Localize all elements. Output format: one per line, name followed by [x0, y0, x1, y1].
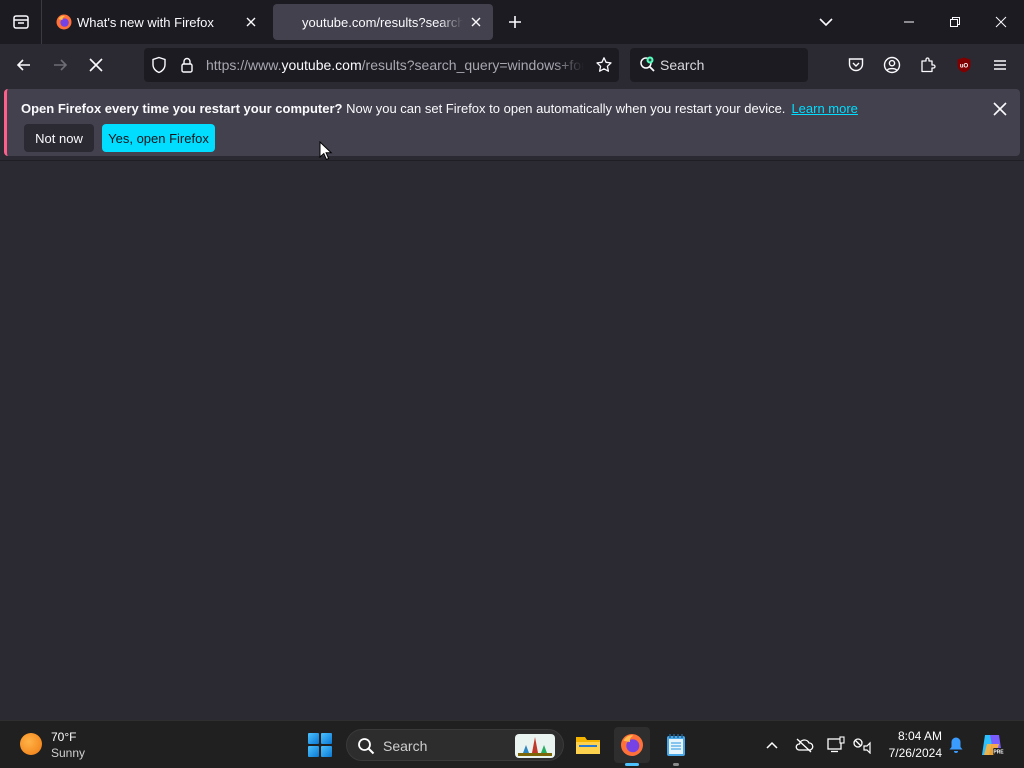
- url-prefix: https://www.: [206, 57, 282, 73]
- pocket-button[interactable]: [840, 49, 872, 81]
- close-tab-button[interactable]: [467, 13, 485, 31]
- restore-button[interactable]: [932, 0, 978, 44]
- stop-loading-button[interactable]: [80, 49, 112, 81]
- running-app-indicator: [673, 763, 679, 766]
- tab-whats-new[interactable]: What's new with Firefox: [46, 4, 268, 40]
- clock-date: 7/26/2024: [888, 746, 942, 760]
- lock-icon[interactable]: [178, 56, 196, 74]
- chevron-down-icon: [819, 18, 833, 27]
- bookmark-star-icon[interactable]: [595, 56, 613, 74]
- folder-icon: [576, 737, 600, 754]
- notification-body: Now you can set Firefox to open automati…: [342, 101, 786, 116]
- tracking-protection-shield-icon[interactable]: [150, 56, 168, 74]
- close-icon: [246, 17, 256, 27]
- search-engine-icon[interactable]: [638, 55, 658, 75]
- tab-title: youtube.com/results?search_query=windows…: [302, 15, 463, 30]
- hamburger-menu-icon: [994, 60, 1006, 70]
- chevron-up-icon: [766, 741, 778, 749]
- svg-text:uO: uO: [960, 64, 969, 70]
- network-disconnected-icon: [853, 738, 871, 754]
- forward-button[interactable]: [44, 49, 76, 81]
- clock-time: 8:04 AM: [897, 729, 942, 743]
- yes-open-firefox-button[interactable]: Yes, open Firefox: [102, 124, 215, 152]
- ublock-origin-icon: uO: [957, 57, 971, 73]
- svg-text:PRE: PRE: [993, 750, 1004, 756]
- minimize-icon: [904, 21, 914, 23]
- plus-icon: [509, 16, 521, 28]
- windows-logo-tile: [321, 733, 332, 744]
- taskbar-file-explorer[interactable]: [570, 727, 606, 763]
- close-icon: [993, 102, 1007, 116]
- puzzle-piece-icon: [921, 57, 936, 73]
- taskbar-search-label: Search: [383, 738, 428, 754]
- close-tab-button[interactable]: [242, 13, 260, 31]
- taskbar-notepad[interactable]: [658, 727, 694, 766]
- taskbar-search-box[interactable]: Search: [346, 729, 564, 761]
- cloud-offline-icon: [795, 738, 814, 753]
- minimize-button[interactable]: [886, 0, 932, 44]
- firefox-view-button[interactable]: [0, 0, 42, 44]
- copilot-button[interactable]: PRE: [979, 732, 1005, 758]
- list-all-tabs-button[interactable]: [813, 9, 839, 35]
- account-icon: [883, 56, 901, 74]
- stop-icon: [89, 58, 103, 72]
- tab-youtube-results[interactable]: youtube.com/results?search_query=windows…: [273, 4, 493, 40]
- windows-logo-tile: [321, 746, 332, 757]
- app-menu-button[interactable]: [984, 49, 1016, 81]
- notepad-icon: [667, 734, 685, 756]
- show-hidden-icons-button[interactable]: [762, 735, 782, 755]
- search-bar-placeholder: Search: [660, 57, 705, 73]
- page-content-area[interactable]: [0, 160, 1024, 720]
- sun-icon: [20, 733, 42, 755]
- display-icon: [827, 736, 845, 753]
- arrow-left-icon: [16, 59, 30, 71]
- notification-title: Open Firefox every time you restart your…: [21, 101, 343, 116]
- weather-condition: Sunny: [51, 746, 86, 760]
- notification-message: Open Firefox every time you restart your…: [21, 101, 858, 116]
- bell-icon: [949, 737, 963, 753]
- search-bar[interactable]: Search: [630, 48, 808, 82]
- search-icon: [358, 738, 375, 755]
- restore-icon: [950, 17, 960, 27]
- address-bar[interactable]: https://www.youtube.com/results?search_q…: [144, 48, 619, 82]
- windows-taskbar: 70°F Sunny Search 8:04 AM 7/26/2024 PRE: [0, 720, 1024, 768]
- extensions-button[interactable]: [912, 49, 944, 81]
- weather-temperature: 70°F: [51, 730, 77, 744]
- windows-logo-tile: [308, 733, 319, 744]
- tray-display[interactable]: [826, 735, 846, 755]
- pocket-icon: [848, 58, 864, 72]
- ublock-origin-button[interactable]: uO: [948, 49, 980, 81]
- account-button[interactable]: [876, 49, 908, 81]
- copilot-icon: PRE: [982, 735, 1004, 756]
- url-host: youtube.com: [281, 57, 362, 73]
- search-highlight-illustration-icon: [515, 734, 555, 758]
- tab-title: What's new with Firefox: [77, 15, 214, 30]
- navigation-toolbar: https://www.youtube.com/results?search_q…: [0, 44, 1024, 86]
- taskbar-firefox[interactable]: [614, 727, 650, 766]
- back-button[interactable]: [8, 49, 40, 81]
- close-icon: [995, 16, 1007, 28]
- tab-strip: What's new with Firefox youtube.com/resu…: [0, 0, 1024, 44]
- firefox-logo-icon: [56, 14, 72, 30]
- active-app-indicator: [625, 763, 639, 766]
- arrow-right-icon: [54, 59, 68, 71]
- close-window-button[interactable]: [978, 0, 1024, 44]
- new-tab-button[interactable]: [502, 9, 528, 35]
- windows-logo-tile: [308, 746, 319, 757]
- url-text[interactable]: https://www.youtube.com/results?search_q…: [206, 57, 584, 73]
- firefox-view-icon: [12, 15, 29, 29]
- close-icon: [471, 17, 481, 27]
- notifications-button[interactable]: [946, 735, 966, 755]
- tray-network-volume[interactable]: [852, 735, 872, 755]
- learn-more-link[interactable]: Learn more: [791, 101, 857, 116]
- tray-onedrive[interactable]: [794, 735, 814, 755]
- start-button[interactable]: [308, 733, 332, 757]
- firefox-logo-icon: [621, 734, 643, 756]
- not-now-button[interactable]: Not now: [24, 124, 94, 152]
- close-notification-button[interactable]: [990, 99, 1010, 119]
- mouse-cursor-icon: [319, 141, 333, 161]
- autostart-notification-bar: Open Firefox every time you restart your…: [4, 89, 1020, 156]
- url-path: /results?search_query=windows+for: [361, 57, 584, 73]
